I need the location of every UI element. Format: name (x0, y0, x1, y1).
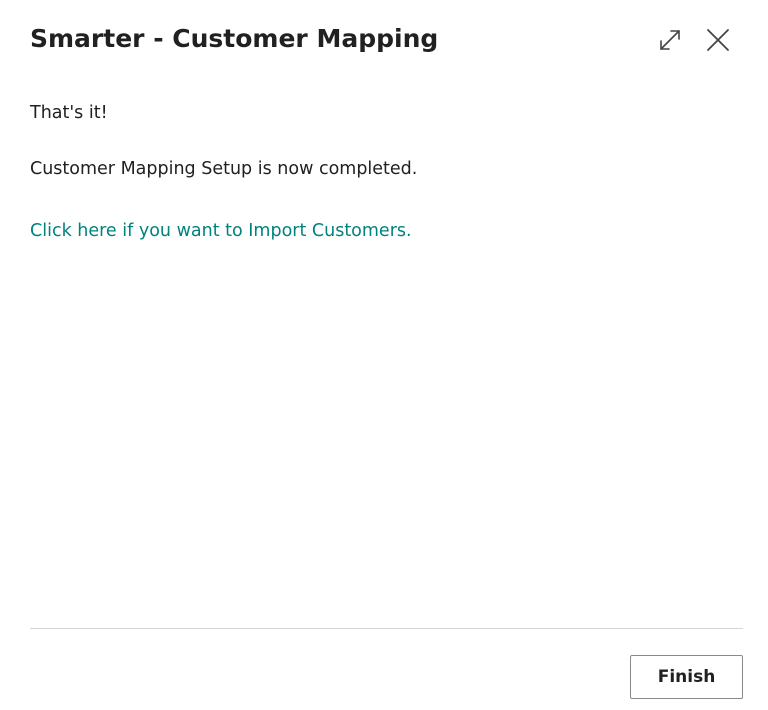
close-icon[interactable] (702, 24, 734, 56)
footer-divider (30, 628, 743, 629)
finish-button[interactable]: Finish (630, 655, 743, 699)
setup-dialog: Smarter - Customer Mapping That's it! Cu… (0, 0, 768, 710)
completion-message: Customer Mapping Setup is now completed. (30, 159, 418, 179)
dialog-title: Smarter - Customer Mapping (30, 24, 439, 53)
import-customers-link[interactable]: Click here if you want to Import Custome… (30, 221, 412, 241)
intro-text: That's it! (30, 103, 108, 123)
expand-icon[interactable] (654, 24, 686, 56)
